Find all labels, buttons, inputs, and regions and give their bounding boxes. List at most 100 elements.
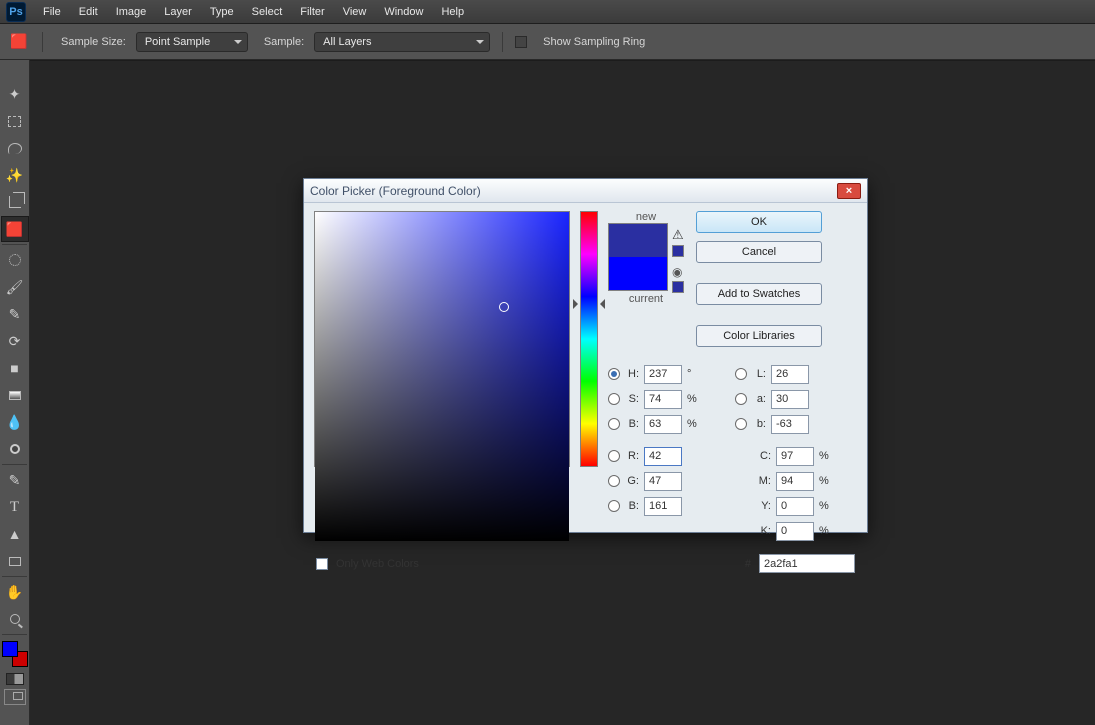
add-to-swatches-button[interactable]: Add to Swatches	[696, 283, 822, 305]
lab-b-input[interactable]	[771, 415, 809, 434]
healing-icon	[9, 254, 21, 266]
g-input[interactable]	[644, 472, 682, 491]
menu-window[interactable]: Window	[375, 6, 432, 18]
y-input[interactable]	[776, 497, 814, 516]
menu-filter[interactable]: Filter	[291, 6, 333, 18]
percent-unit: %	[819, 450, 831, 462]
menu-help[interactable]: Help	[432, 6, 473, 18]
brush-tool[interactable]: 🖌	[1, 274, 29, 300]
screenmode-button[interactable]	[4, 689, 26, 705]
dialog-titlebar[interactable]: Color Picker (Foreground Color) ×	[304, 179, 867, 203]
marquee-tool[interactable]	[1, 108, 29, 134]
h-radio[interactable]	[608, 368, 620, 380]
show-ring-checkbox[interactable]	[515, 36, 527, 48]
move-icon: ✦	[9, 86, 21, 103]
path-select-tool[interactable]: ▲	[1, 521, 29, 547]
new-color-preview	[609, 224, 667, 257]
sample-dropdown[interactable]: All Layers	[314, 32, 490, 52]
shape-icon	[9, 557, 21, 566]
menu-select[interactable]: Select	[243, 6, 292, 18]
bl-radio[interactable]	[608, 500, 620, 512]
menu-image[interactable]: Image	[107, 6, 156, 18]
dialog-title: Color Picker (Foreground Color)	[310, 184, 481, 198]
c-field: C: %	[735, 445, 831, 467]
a-input[interactable]	[771, 390, 809, 409]
blur-tool[interactable]: 💧	[1, 409, 29, 435]
s-radio[interactable]	[608, 393, 620, 405]
s-input[interactable]	[644, 390, 682, 409]
degree-unit: °	[687, 368, 699, 380]
magic-wand-tool[interactable]: ✨	[1, 162, 29, 188]
menu-type[interactable]: Type	[201, 6, 243, 18]
color-field[interactable]	[314, 211, 570, 542]
zoom-tool[interactable]	[1, 606, 29, 632]
bl-input[interactable]	[644, 497, 682, 516]
color-preview	[608, 223, 668, 291]
lasso-icon	[8, 143, 22, 154]
stamp-tool[interactable]: ✎	[1, 301, 29, 327]
k-input[interactable]	[776, 522, 814, 541]
lab-b-field: b:	[735, 413, 831, 435]
websafe-sample[interactable]	[672, 281, 684, 293]
menu-file[interactable]: File	[34, 6, 70, 18]
b-radio[interactable]	[608, 418, 620, 430]
move-tool[interactable]: ✦	[1, 81, 29, 107]
gradient-tool[interactable]	[1, 382, 29, 408]
ok-button[interactable]: OK	[696, 211, 822, 233]
l-radio[interactable]	[735, 368, 747, 380]
hand-tool[interactable]: ✋	[1, 579, 29, 605]
m-input[interactable]	[776, 472, 814, 491]
c-input[interactable]	[776, 447, 814, 466]
l-input[interactable]	[771, 365, 809, 384]
color-field-marker[interactable]	[499, 302, 509, 312]
dodge-icon	[10, 444, 20, 454]
lasso-tool[interactable]	[1, 135, 29, 161]
gamut-warning[interactable]: ⚠	[672, 227, 684, 243]
hash-label: #	[745, 558, 751, 570]
options-bar: 🟥 Sample Size: Point Sample Sample: All …	[0, 24, 1095, 60]
only-web-colors-checkbox[interactable]	[316, 558, 328, 570]
k-field: K: %	[735, 520, 831, 542]
hue-slider-thumb[interactable]	[573, 299, 605, 309]
shape-tool[interactable]	[1, 548, 29, 574]
gamut-sample[interactable]	[672, 245, 684, 257]
type-tool[interactable]: T	[1, 494, 29, 520]
blur-icon: 💧	[6, 414, 23, 431]
r-radio[interactable]	[608, 450, 620, 462]
healing-tool[interactable]	[1, 247, 29, 273]
lab-b-radio[interactable]	[735, 418, 747, 430]
g-radio[interactable]	[608, 475, 620, 487]
hue-slider[interactable]	[580, 211, 598, 542]
quickmask-toggle[interactable]	[6, 673, 24, 685]
menu-view[interactable]: View	[334, 6, 376, 18]
close-button[interactable]: ×	[837, 183, 861, 199]
cancel-button[interactable]: Cancel	[696, 241, 822, 263]
b-input[interactable]	[644, 415, 682, 434]
percent-unit: %	[819, 500, 831, 512]
history-brush-tool[interactable]: ⟳	[1, 328, 29, 354]
h-input[interactable]	[644, 365, 682, 384]
menu-edit[interactable]: Edit	[70, 6, 107, 18]
b-field: B: %	[608, 413, 699, 435]
eyedropper-icon: 🟥	[8, 33, 30, 50]
current-color-preview[interactable]	[609, 257, 667, 290]
crop-tool[interactable]	[1, 189, 29, 215]
pen-tool[interactable]: ✎	[1, 467, 29, 493]
sample-size-dropdown[interactable]: Point Sample	[136, 32, 248, 52]
bl-field: B:	[608, 495, 699, 517]
dodge-tool[interactable]	[1, 436, 29, 462]
foreground-swatch[interactable]	[2, 641, 18, 657]
color-swatches[interactable]	[2, 641, 28, 667]
websafe-warning[interactable]: ◉	[672, 265, 684, 279]
stamp-icon: ✎	[9, 306, 21, 323]
hex-input[interactable]	[759, 554, 855, 573]
r-input[interactable]	[644, 447, 682, 466]
a-radio[interactable]	[735, 393, 747, 405]
menu-layer[interactable]: Layer	[155, 6, 201, 18]
crop-icon	[9, 196, 21, 208]
brush-icon: 🖌	[6, 279, 24, 296]
eyedropper-tool[interactable]: 🟥	[1, 216, 29, 242]
show-ring-label: Show Sampling Ring	[543, 36, 645, 48]
eraser-tool[interactable]: ■	[1, 355, 29, 381]
color-libraries-button[interactable]: Color Libraries	[696, 325, 822, 347]
